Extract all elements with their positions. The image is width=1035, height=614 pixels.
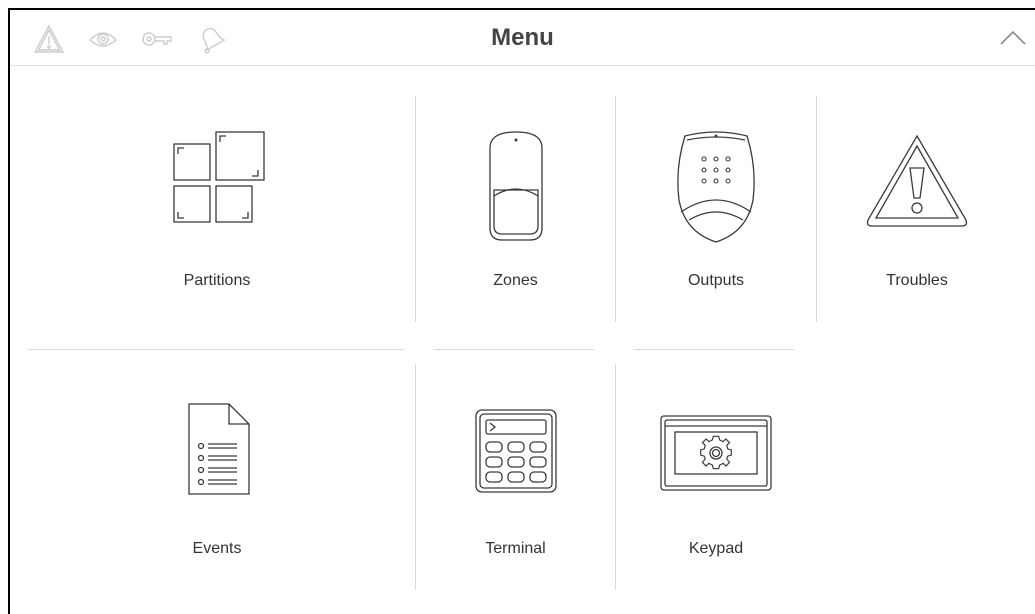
menu-item-label: Partitions (183, 272, 251, 289)
menu-item-label: Zones (493, 272, 538, 289)
chevron-up-icon[interactable] (995, 22, 1031, 52)
menu-item-outputs[interactable]: Outputs (616, 96, 816, 322)
partitions-icon (173, 131, 265, 223)
divider (634, 349, 794, 350)
page-title: Menu (491, 24, 554, 51)
troubles-icon (866, 134, 968, 227)
menu-item-terminal[interactable]: Terminal (416, 364, 615, 590)
menu-item-events[interactable]: Events (28, 364, 406, 590)
menu-item-partitions[interactable]: Partitions (28, 96, 406, 322)
menu-item-label: Terminal (485, 540, 546, 557)
terminal-icon (474, 409, 557, 493)
zones-icon (488, 131, 543, 241)
menu-item-label: Events (192, 540, 242, 557)
divider (28, 349, 404, 350)
menu-item-label: Outputs (687, 272, 745, 289)
menu-item-troubles[interactable]: Troubles (817, 96, 1017, 322)
menu-item-zones[interactable]: Zones (416, 96, 615, 322)
header-bar: Menu (10, 10, 1035, 66)
keypad-icon (660, 415, 772, 491)
menu-item-label: Troubles (886, 272, 948, 289)
menu-item-label: Keypad (688, 540, 744, 557)
menu-item-keypad[interactable]: Keypad (616, 364, 816, 590)
events-icon (188, 403, 250, 495)
outputs-icon (677, 131, 755, 243)
divider (434, 349, 594, 350)
